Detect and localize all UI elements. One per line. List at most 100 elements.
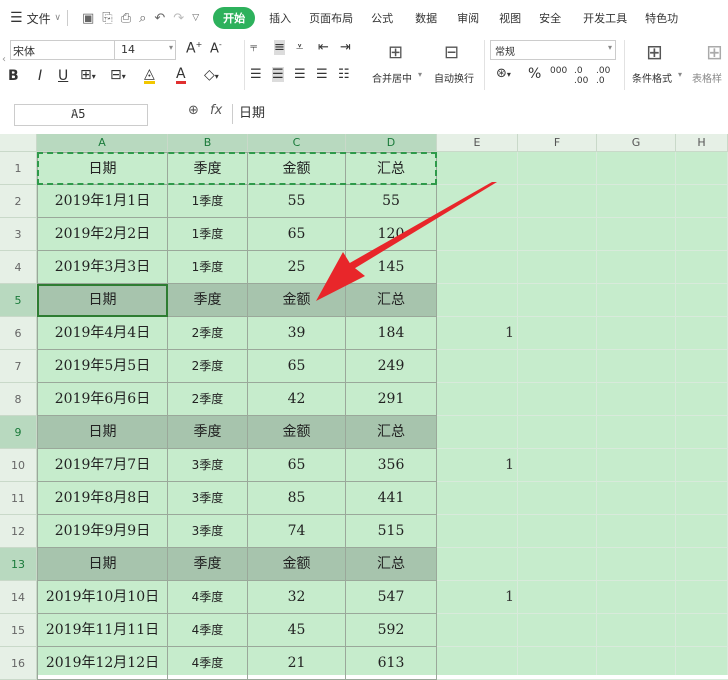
data-cell-a11[interactable]: 2019年8月8日	[37, 482, 168, 515]
data-cell-e6[interactable]: 1	[437, 317, 514, 350]
export-icon[interactable]: ⎘	[102, 11, 112, 26]
undo-icon[interactable]: ↶	[154, 11, 165, 26]
data-cell-a16[interactable]: 2019年12月12日	[37, 647, 168, 680]
table-style-icon[interactable]: ⊞	[706, 40, 723, 64]
align-center-icon[interactable]: ☰	[272, 67, 284, 82]
row-header-10[interactable]: 10	[0, 449, 37, 482]
indent-decrease-icon[interactable]: ⇤	[318, 40, 329, 55]
row-header-13[interactable]: 13	[0, 548, 37, 581]
tab-formulas[interactable]: 公式	[371, 10, 393, 26]
cond-format-dropdown-icon[interactable]: ▾	[678, 70, 682, 79]
row-header-3[interactable]: 3	[0, 218, 37, 251]
row-header-5[interactable]: 5	[0, 284, 37, 317]
merge-dropdown-icon[interactable]: ▾	[418, 70, 422, 79]
row-header-4[interactable]: 4	[0, 251, 37, 284]
data-cell-b16[interactable]: 4季度	[168, 647, 248, 680]
data-cell-d6[interactable]: 184	[346, 317, 437, 350]
row-header-7[interactable]: 7	[0, 350, 37, 383]
data-cell-b7[interactable]: 2季度	[168, 350, 248, 383]
tab-data[interactable]: 数据	[415, 10, 437, 26]
data-cell-b11[interactable]: 3季度	[168, 482, 248, 515]
row-header-1[interactable]: 1	[0, 152, 37, 185]
border-icon[interactable]: ⊞▾	[80, 67, 96, 83]
row-header-11[interactable]: 11	[0, 482, 37, 515]
fill-color-icon[interactable]: ◬	[144, 67, 155, 84]
data-cell-c3[interactable]: 65	[248, 218, 346, 251]
header-cell-a9[interactable]: 日期	[37, 416, 168, 449]
data-cell-c10[interactable]: 65	[248, 449, 346, 482]
data-cell-c16[interactable]: 21	[248, 647, 346, 680]
fill-style-icon[interactable]: ⊟▾	[110, 67, 126, 83]
hamburger-menu-icon[interactable]: ☰	[10, 10, 23, 26]
data-cell-c6[interactable]: 39	[248, 317, 346, 350]
zoom-search-icon[interactable]: ⊕	[188, 103, 199, 118]
data-cell-a6[interactable]: 2019年4月4日	[37, 317, 168, 350]
data-cell-d12[interactable]: 515	[346, 515, 437, 548]
column-header-f[interactable]: F	[518, 134, 597, 152]
collapse-left-icon[interactable]: ‹	[2, 54, 6, 65]
data-cell-a3[interactable]: 2019年2月2日	[37, 218, 168, 251]
distribute-icon[interactable]: ☷	[338, 67, 350, 82]
customize-dropdown-icon[interactable]: ▽	[192, 13, 199, 23]
header-cell-d13[interactable]: 汇总	[346, 548, 437, 581]
indent-increase-icon[interactable]: ⇥	[340, 40, 351, 55]
data-cell-a12[interactable]: 2019年9月9日	[37, 515, 168, 548]
data-cell-b14[interactable]: 4季度	[168, 581, 248, 614]
data-cell-b6[interactable]: 2季度	[168, 317, 248, 350]
font-color-icon[interactable]: A	[176, 67, 186, 84]
data-cell-b12[interactable]: 3季度	[168, 515, 248, 548]
italic-icon[interactable]: I	[38, 68, 42, 84]
row-header-8[interactable]: 8	[0, 383, 37, 416]
data-cell-c12[interactable]: 74	[248, 515, 346, 548]
active-cell-a5[interactable]	[37, 284, 168, 317]
redo-icon[interactable]: ↷	[173, 11, 184, 26]
column-header-g[interactable]: G	[597, 134, 676, 152]
font-name-select[interactable]: 宋体 ▾	[10, 40, 128, 60]
data-cell-e10[interactable]: 1	[437, 449, 514, 482]
data-cell-c4[interactable]: 25	[248, 251, 346, 284]
data-cell-c11[interactable]: 85	[248, 482, 346, 515]
conditional-format-icon[interactable]: ⊞	[646, 40, 663, 64]
data-cell-a10[interactable]: 2019年7月7日	[37, 449, 168, 482]
data-cell-e14[interactable]: 1	[437, 581, 514, 614]
tab-insert[interactable]: 插入	[269, 10, 291, 26]
row-header-9[interactable]: 9	[0, 416, 37, 449]
print-preview-icon[interactable]: ⌕	[139, 11, 146, 26]
currency-icon[interactable]: ⊛▾	[496, 66, 511, 81]
data-cell-a14[interactable]: 2019年10月10日	[37, 581, 168, 614]
increase-font-icon[interactable]: A+	[186, 40, 202, 57]
column-header-c[interactable]: C	[248, 134, 346, 152]
data-cell-c15[interactable]: 45	[248, 614, 346, 647]
align-top-icon[interactable]: ⫧	[250, 40, 257, 55]
row-header-6[interactable]: 6	[0, 317, 37, 350]
eraser-icon[interactable]: ◇▾	[204, 67, 219, 83]
data-cell-b4[interactable]: 1季度	[168, 251, 248, 284]
row-header-2[interactable]: 2	[0, 185, 37, 218]
wrap-text-icon[interactable]: ⊟	[444, 42, 459, 63]
increase-decimal-icon[interactable]: .0.00	[574, 66, 588, 86]
data-cell-c14[interactable]: 32	[248, 581, 346, 614]
fx-icon[interactable]: fx	[210, 103, 222, 118]
data-cell-a2[interactable]: 2019年1月1日	[37, 185, 168, 218]
header-cell-c5[interactable]: 金额	[248, 284, 346, 317]
data-cell-d4[interactable]: 145	[346, 251, 437, 284]
decrease-font-icon[interactable]: A-	[210, 40, 222, 56]
tab-developer[interactable]: 开发工具	[583, 10, 627, 26]
column-header-a[interactable]: A	[37, 134, 168, 152]
header-cell-d5[interactable]: 汇总	[346, 284, 437, 317]
header-cell-c9[interactable]: 金额	[248, 416, 346, 449]
header-cell-b5[interactable]: 季度	[168, 284, 248, 317]
column-header-h[interactable]: H	[676, 134, 728, 152]
align-bottom-icon[interactable]: ⩡	[296, 40, 303, 55]
data-cell-c7[interactable]: 65	[248, 350, 346, 383]
data-cell-c2[interactable]: 55	[248, 185, 346, 218]
decrease-decimal-icon[interactable]: .00.0	[596, 66, 610, 86]
data-cell-b8[interactable]: 2季度	[168, 383, 248, 416]
print-icon[interactable]: ⎙	[121, 11, 131, 26]
column-header-d[interactable]: D	[346, 134, 437, 152]
header-cell-b13[interactable]: 季度	[168, 548, 248, 581]
tab-security[interactable]: 安全	[539, 10, 561, 26]
data-cell-a4[interactable]: 2019年3月3日	[37, 251, 168, 284]
number-format-select[interactable]: 常规 ▾	[490, 40, 616, 60]
align-right-icon[interactable]: ☰	[294, 67, 306, 82]
